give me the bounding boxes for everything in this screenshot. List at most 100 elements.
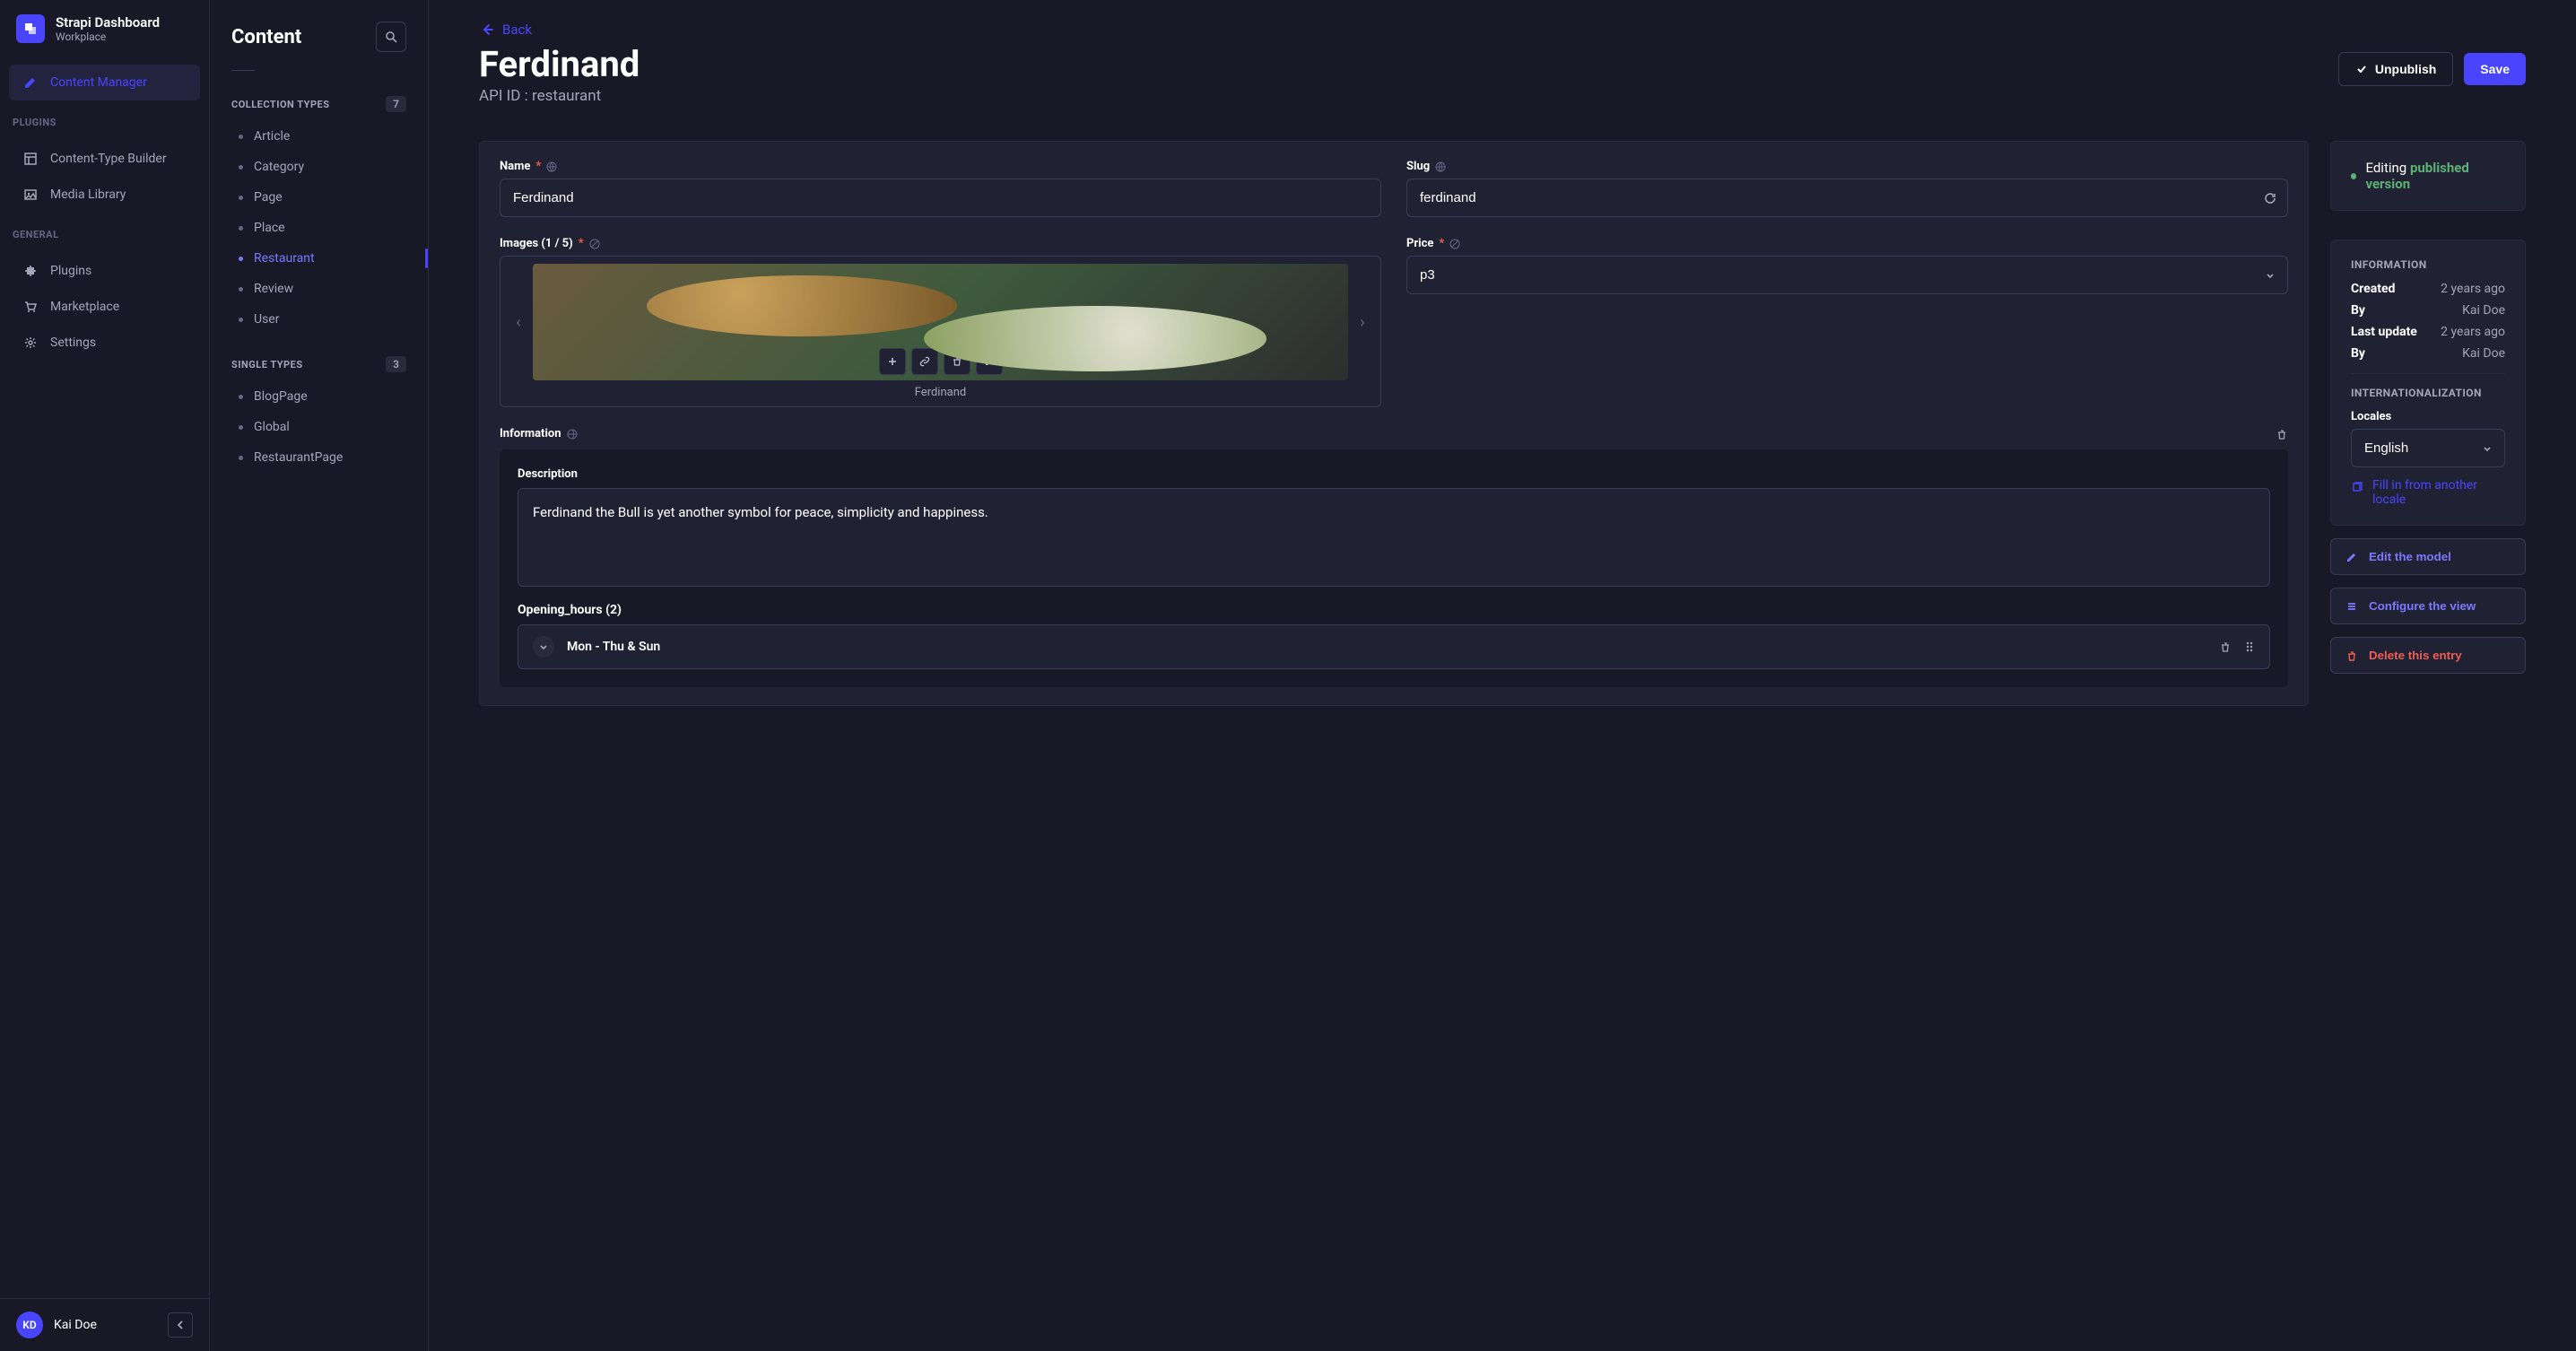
carousel-next-button[interactable]: › bbox=[1352, 313, 1373, 332]
link-icon bbox=[919, 356, 930, 367]
updated-value: 2 years ago bbox=[2441, 325, 2505, 339]
drag-handle[interactable] bbox=[2244, 641, 2255, 653]
chevron-down-icon bbox=[539, 642, 548, 651]
image-thumbnail[interactable] bbox=[533, 264, 1348, 380]
type-item-label: Place bbox=[254, 221, 285, 235]
drag-icon bbox=[2244, 641, 2255, 653]
bullet-icon bbox=[239, 257, 243, 261]
user-name: Kai Doe bbox=[54, 1318, 97, 1332]
pencil-icon bbox=[984, 356, 995, 367]
type-item-label: Global bbox=[254, 420, 290, 434]
brand-logo bbox=[16, 14, 45, 43]
arrow-left-icon bbox=[479, 22, 495, 38]
fill-from-locale-link[interactable]: Fill in from another locale bbox=[2351, 478, 2505, 507]
nav-content-type-builder[interactable]: Content-Type Builder bbox=[9, 141, 200, 177]
single-types-label: SINGLE TYPES bbox=[231, 359, 377, 370]
nav-marketplace[interactable]: Marketplace bbox=[9, 289, 200, 325]
nav-media-library[interactable]: Media Library bbox=[9, 177, 200, 213]
created-by-label: By bbox=[2351, 303, 2365, 318]
collection-type-item[interactable]: Place bbox=[210, 213, 428, 243]
type-item-label: Review bbox=[254, 282, 293, 296]
nav-plugins[interactable]: Plugins bbox=[9, 253, 200, 289]
collection-type-item[interactable]: Category bbox=[210, 152, 428, 182]
save-label: Save bbox=[2480, 62, 2510, 76]
single-type-item[interactable]: Global bbox=[210, 412, 428, 442]
chevron-left-icon bbox=[175, 1320, 186, 1330]
avatar[interactable]: KD bbox=[16, 1312, 43, 1338]
unpublish-button[interactable]: Unpublish bbox=[2338, 52, 2453, 86]
single-type-item[interactable]: BlogPage bbox=[210, 381, 428, 412]
type-item-label: Category bbox=[254, 160, 304, 174]
duplicate-icon bbox=[2351, 481, 2363, 493]
back-link[interactable]: Back bbox=[479, 22, 2526, 38]
nav-content-manager[interactable]: Content Manager bbox=[9, 65, 200, 100]
brand-title: Strapi Dashboard bbox=[56, 14, 160, 31]
status-dot bbox=[2351, 173, 2356, 179]
single-type-item[interactable]: RestaurantPage bbox=[210, 442, 428, 473]
page-title: Ferdinand bbox=[479, 43, 2338, 85]
brand-subtitle: Workplace bbox=[56, 31, 160, 43]
description-label: Description bbox=[518, 467, 578, 481]
image-carousel: ‹ bbox=[500, 256, 1381, 407]
save-button[interactable]: Save bbox=[2464, 53, 2526, 85]
expand-toggle[interactable] bbox=[533, 636, 554, 658]
required-mark: * bbox=[535, 160, 541, 173]
images-label: Images (1 / 5) bbox=[500, 237, 573, 250]
info-heading: INFORMATION bbox=[2351, 258, 2505, 271]
pencil-icon bbox=[22, 74, 39, 92]
opening-hours-label: Opening_hours (2) bbox=[518, 603, 2270, 617]
collection-type-item[interactable]: Review bbox=[210, 274, 428, 304]
check-icon bbox=[2355, 63, 2368, 75]
search-button[interactable] bbox=[376, 22, 406, 52]
delete-entry-label: Delete this entry bbox=[2369, 649, 2462, 662]
cart-icon bbox=[22, 298, 39, 316]
nav-general-label: GENERAL bbox=[0, 220, 209, 246]
nav-marketplace-label: Marketplace bbox=[50, 300, 119, 314]
page-subtitle: API ID : restaurant bbox=[479, 87, 2338, 105]
collapse-sidebar-button[interactable] bbox=[168, 1312, 193, 1338]
name-input[interactable] bbox=[500, 179, 1381, 217]
updated-by-label: By bbox=[2351, 346, 2365, 361]
nav-settings[interactable]: Settings bbox=[9, 325, 200, 361]
configure-view-label: Configure the view bbox=[2369, 599, 2476, 613]
trash-icon bbox=[2276, 428, 2288, 440]
collection-type-item[interactable]: User bbox=[210, 304, 428, 335]
bullet-icon bbox=[239, 135, 243, 139]
image-add-button[interactable] bbox=[879, 348, 906, 375]
collection-type-item[interactable]: Page bbox=[210, 182, 428, 213]
globe-icon bbox=[567, 429, 578, 440]
price-select[interactable] bbox=[1406, 256, 2288, 294]
bullet-icon bbox=[239, 196, 243, 200]
image-edit-button[interactable] bbox=[976, 348, 1003, 375]
type-item-label: BlogPage bbox=[254, 389, 308, 404]
information-component: Description Ferdinand the Bull is yet an… bbox=[500, 449, 2288, 687]
delete-entry-button[interactable]: Delete this entry bbox=[2330, 637, 2526, 674]
back-label: Back bbox=[502, 22, 532, 38]
required-mark: * bbox=[579, 237, 584, 250]
slug-label: Slug bbox=[1406, 160, 1430, 173]
slug-input[interactable] bbox=[1406, 179, 2288, 217]
globe-icon bbox=[546, 161, 557, 172]
edit-model-button[interactable]: Edit the model bbox=[2330, 538, 2526, 575]
puzzle-icon bbox=[22, 262, 39, 280]
locale-select[interactable] bbox=[2351, 429, 2505, 467]
name-label: Name bbox=[500, 160, 530, 173]
type-item-label: RestaurantPage bbox=[254, 450, 343, 465]
collection-type-item[interactable]: Restaurant bbox=[210, 243, 428, 274]
image-delete-button[interactable] bbox=[944, 348, 970, 375]
nav-settings-label: Settings bbox=[50, 336, 96, 350]
image-link-button[interactable] bbox=[911, 348, 938, 375]
plus-icon bbox=[887, 356, 898, 367]
bullet-icon bbox=[239, 456, 243, 460]
carousel-prev-button[interactable]: ‹ bbox=[508, 313, 529, 332]
regenerate-slug-button[interactable] bbox=[2263, 191, 2277, 205]
layout-icon bbox=[22, 150, 39, 168]
delete-item-button[interactable] bbox=[2219, 641, 2232, 653]
delete-component-button[interactable] bbox=[2276, 428, 2288, 440]
single-types-count: 3 bbox=[386, 356, 406, 372]
content-types-sidebar: Content COLLECTION TYPES 7 ArticleCatego… bbox=[210, 0, 429, 1351]
collection-type-item[interactable]: Article bbox=[210, 121, 428, 152]
type-item-label: Page bbox=[254, 190, 283, 205]
configure-view-button[interactable]: Configure the view bbox=[2330, 588, 2526, 624]
description-textarea[interactable]: Ferdinand the Bull is yet another symbol… bbox=[518, 488, 2270, 587]
